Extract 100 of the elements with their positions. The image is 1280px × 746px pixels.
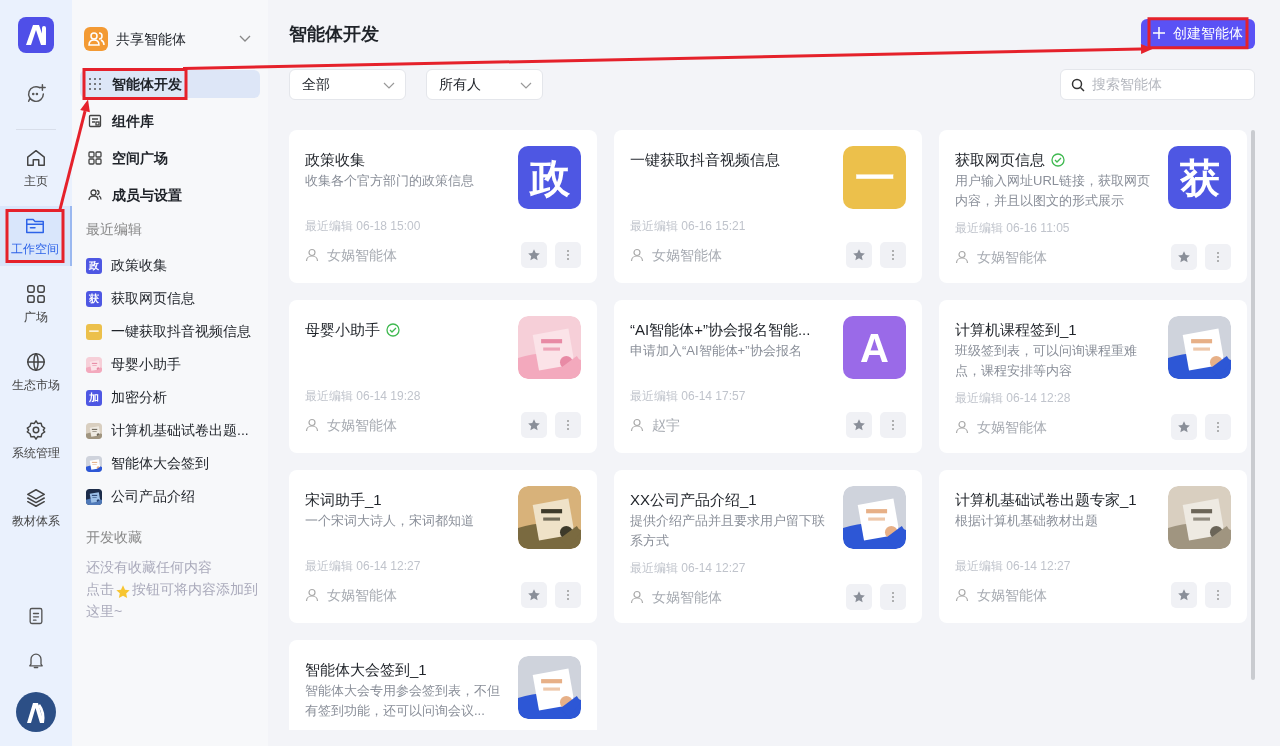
grid-icon <box>25 282 47 305</box>
user-icon <box>955 420 969 434</box>
card-title: 政策收集 <box>305 150 365 170</box>
rail-item[interactable]: 主页 <box>0 138 72 198</box>
recent-item[interactable]: 公司产品介绍 <box>111 486 195 507</box>
app-tile: A <box>843 316 906 379</box>
author-name: 女娲智能体 <box>327 415 398 435</box>
star-icon <box>852 590 866 604</box>
author-name: 女娲智能体 <box>327 245 398 265</box>
star-icon <box>1177 588 1191 602</box>
star-icon <box>852 248 866 262</box>
user-icon <box>630 248 644 262</box>
rail-item[interactable]: 系统管理 <box>0 410 72 470</box>
search-box[interactable]: 搜索智能体 <box>1060 69 1255 100</box>
nav-item[interactable]: 空间广场 <box>80 144 260 172</box>
recent-item[interactable]: 一键获取抖音视频信息 <box>111 321 251 342</box>
card-description: 根据计算机基础教材出题 <box>955 512 1099 530</box>
app-tile: 政 <box>518 146 581 209</box>
user-icon <box>305 588 319 602</box>
favorites-hint: 点击 按钮可将内容添加到这里~ <box>85 580 259 622</box>
recent-item[interactable]: 母婴小助手 <box>111 354 181 375</box>
author-name: 赵宇 <box>652 415 681 435</box>
section-title: 开发收藏 <box>85 528 143 547</box>
filter-dropdown[interactable]: 所有人 <box>426 69 543 100</box>
component-icon <box>88 114 102 128</box>
card-description: 用户输入网址URL链接，获取网页内容，并且以图文的形式展示 <box>955 172 1151 210</box>
card-title: XX公司产品介绍_1 <box>630 490 757 510</box>
recent-item[interactable]: 智能体大会签到 <box>111 453 209 474</box>
nav-item[interactable]: 组件库 <box>80 107 260 135</box>
scrollbar[interactable] <box>1251 130 1255 680</box>
search-field[interactable]: 搜索智能体 <box>1090 73 1240 96</box>
card-title: 计算机课程签到_1 <box>955 320 1077 340</box>
recent-item[interactable]: 政策收集 <box>111 255 167 276</box>
star-icon <box>527 418 541 432</box>
grid-icon <box>88 151 102 165</box>
card-title: 一键获取抖音视频信息 <box>630 150 780 170</box>
app-tile: 一 <box>843 146 906 209</box>
favorite-button[interactable] <box>521 242 547 268</box>
filter-dropdown[interactable]: 全部 <box>289 69 406 100</box>
favorite-button[interactable] <box>1171 582 1197 608</box>
star-icon <box>115 584 131 601</box>
author-name: 女娲智能体 <box>977 247 1048 267</box>
card-description: 提供介绍产品并且要求用户留下联系方式 <box>630 512 826 550</box>
card-title: 获取网页信息 <box>955 150 1045 170</box>
card-description: 一个宋词大诗人，宋词都知道 <box>305 512 475 530</box>
user-icon <box>630 590 644 604</box>
favorite-button[interactable] <box>1171 244 1197 270</box>
rail-item[interactable]: 教材体系 <box>0 478 72 538</box>
nav-item[interactable]: 成员与设置 <box>80 181 260 209</box>
card-title: “AI智能体+”协会报名智能... <box>630 320 811 340</box>
app-tile: 加 <box>86 389 102 406</box>
app-tile: 政 <box>86 257 102 274</box>
user-icon <box>955 588 969 602</box>
favorite-button[interactable] <box>521 582 547 608</box>
rail-item[interactable]: 广场 <box>0 274 72 334</box>
page-title: 智能体开发 <box>289 22 379 46</box>
recent-item[interactable]: 计算机基础试卷出题... <box>111 420 249 441</box>
user-icon <box>955 250 969 264</box>
agent-card[interactable]: 智能体大会签到_1 智能体大会专用参会签到表，不但有签到功能，还可以问询会议... <box>289 640 597 730</box>
card-description: 班级签到表，可以问询课程重难点，课程安排等内容 <box>955 342 1138 380</box>
space-name[interactable]: 共享智能体 <box>116 28 238 50</box>
favorite-button[interactable] <box>846 242 872 268</box>
author-name: 女娲智能体 <box>327 585 398 605</box>
star-icon <box>1177 420 1191 434</box>
globe-icon <box>25 350 47 373</box>
nav-item[interactable]: 智能体开发 <box>80 70 260 98</box>
author-name: 女娲智能体 <box>652 245 723 265</box>
plus-icon <box>1153 27 1165 40</box>
favorite-button[interactable] <box>846 412 872 438</box>
recent-item[interactable]: 获取网页信息 <box>111 288 195 309</box>
card-description: 收集各个官方部门的政策信息 <box>305 172 475 190</box>
user-icon <box>305 248 319 262</box>
star-icon <box>852 418 866 432</box>
favorite-button[interactable] <box>521 412 547 438</box>
settings-icon <box>25 418 47 441</box>
empty-hint: 还没有收藏任何内容 <box>85 558 213 577</box>
user-icon <box>305 418 319 432</box>
author-name: 女娲智能体 <box>652 587 723 607</box>
rail-item[interactable]: 生态市场 <box>0 342 72 402</box>
search-icon <box>1071 77 1085 92</box>
favorite-button[interactable] <box>1171 414 1197 440</box>
layers-icon <box>25 486 47 509</box>
author-name: 女娲智能体 <box>977 417 1048 437</box>
star-icon <box>527 248 541 262</box>
recent-item[interactable]: 加密分析 <box>111 387 167 408</box>
favorite-button[interactable] <box>846 584 872 610</box>
app-tile: 一 <box>86 323 102 340</box>
author-name: 女娲智能体 <box>977 585 1048 605</box>
new-chat-icon[interactable] <box>25 83 47 105</box>
dots-grid-icon <box>88 77 102 91</box>
members-icon <box>88 188 102 202</box>
star-icon <box>1177 250 1191 264</box>
avatar[interactable] <box>16 692 56 732</box>
app-tile: 获 <box>86 290 102 307</box>
team-icon <box>84 27 108 51</box>
card-title: 智能体大会签到_1 <box>305 660 427 680</box>
star-icon <box>527 588 541 602</box>
section-title: 最近编辑 <box>85 220 143 239</box>
card-description: 申请加入“AI智能体+”协会报名 <box>630 342 803 360</box>
card-title: 计算机基础试卷出题专家_1 <box>955 490 1137 510</box>
